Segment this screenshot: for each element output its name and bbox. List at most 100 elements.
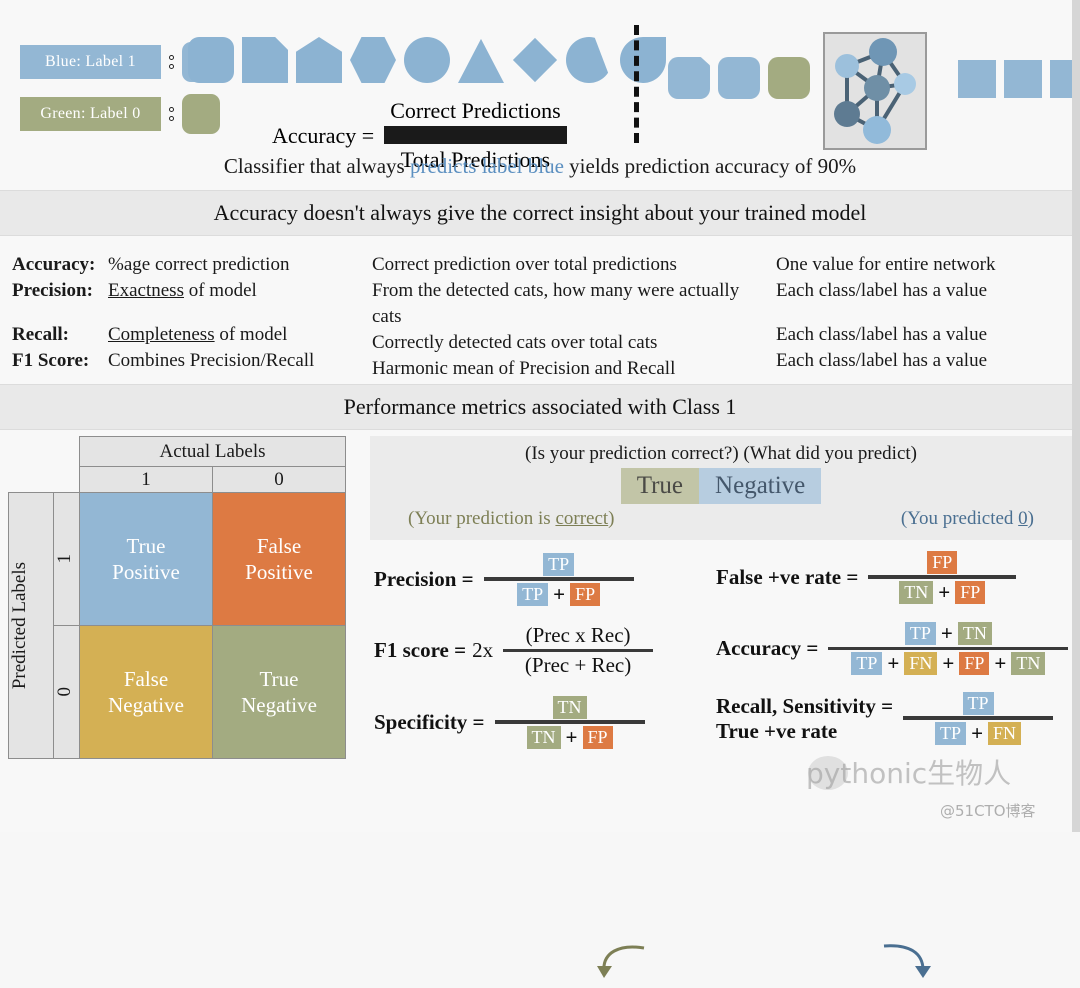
tag-fn: FN (988, 721, 1022, 745)
accuracy-formula-label: Accuracy = (272, 122, 375, 148)
shape-cut-corner-icon (242, 37, 288, 83)
description-accuracy: Correct prediction over total prediction… (372, 254, 677, 275)
table-row: 0 False Negative True Negative (9, 625, 346, 759)
f1-multiplier: 2x (472, 637, 494, 662)
cell-false-positive: False Positive (212, 492, 346, 626)
formula-column-left: Precision = TP TP + FP F1 score = 2x (Pr… (374, 552, 704, 751)
accuracy-fraction: TP + TN TP + FN + FP + TN (828, 620, 1069, 678)
confusion-matrix: Actual Labels 1 0 Predicted Labels 1 Tru… (8, 436, 346, 759)
tag-tp: TP (543, 553, 575, 576)
tag-fp: FP (955, 580, 986, 604)
shape-rounded-square-icon (188, 37, 234, 83)
plus-sign: + (971, 720, 984, 745)
recall-label-line1: Recall, Sensitivity = (716, 693, 894, 718)
tag-tp: TP (851, 652, 883, 675)
accuracy-numerator: TP + TN (901, 620, 996, 647)
formula-label: Accuracy = (716, 635, 819, 660)
output-box-2 (1004, 60, 1042, 98)
formula-f1: F1 score = 2x (Prec x Rec) (Prec + Rec) (374, 622, 704, 680)
output-box-1 (958, 60, 996, 98)
row-header-0-text: 0 (54, 687, 75, 697)
tag-fp: FP (927, 551, 958, 574)
shape-half-circle-icon (566, 37, 612, 83)
row-header-1: 1 (53, 492, 80, 626)
blank (54, 467, 80, 493)
formula-false-positive-rate: False +ve rate = FP TN + FP (716, 550, 1080, 606)
tag-fp: FP (570, 582, 601, 606)
plus-sign: + (938, 579, 951, 604)
cell-line1: True (259, 667, 299, 691)
infographic-page: Blue: Label 1 Green: Label 0 Accuracy = … (0, 0, 1080, 978)
tag-tp: TP (904, 621, 936, 645)
formula-specificity: Specificity = TN TN + FP (374, 695, 704, 751)
section-confusion-and-formulas: Actual Labels 1 0 Predicted Labels 1 Tru… (0, 430, 1080, 978)
definition-row-recall: Recall: Completeness of model (12, 322, 372, 348)
definition-key: Precision: (12, 280, 93, 301)
tag-tn: TN (899, 580, 934, 604)
description-f1: Harmonic mean of Precision and Recall (372, 358, 676, 379)
definitions-column-description: Correct prediction over total prediction… (372, 252, 772, 382)
precision-denominator: TP + FP (513, 581, 604, 608)
formula-label: Recall, Sensitivity = True +ve rate (716, 694, 893, 744)
shape-teardrop-icon (620, 37, 666, 83)
cell-line2: Positive (112, 560, 180, 584)
formula-label: Precision = (374, 567, 474, 592)
fraction-bar (384, 126, 567, 144)
blank (9, 467, 54, 493)
legend-label-green: Green: Label 0 (20, 97, 161, 131)
table-row: Actual Labels (9, 436, 346, 467)
description-precision: From the detected cats, how many were ac… (372, 280, 740, 327)
cell-true-negative: True Negative (212, 625, 346, 759)
shape-circle-icon (404, 37, 450, 83)
row-header-0: 0 (53, 625, 80, 759)
section-overview: Blue: Label 1 Green: Label 0 Accuracy = … (0, 0, 1080, 190)
specificity-fraction: TN TN + FP (494, 695, 645, 751)
table-row: Predicted Labels 1 True Positive False P… (8, 492, 346, 759)
definition-value: Exactness of model (108, 280, 257, 301)
question-left: (Is your prediction correct?) (525, 443, 739, 464)
tag-fn: FN (904, 652, 938, 675)
f1-fraction: (Prec x Rec) (Prec + Rec) (503, 622, 654, 680)
colon-icon (161, 55, 182, 69)
precision-fraction: TP TP + FP (483, 552, 634, 608)
shape-triangle-icon (458, 38, 504, 83)
f1-denominator: (Prec + Rec) (524, 653, 632, 677)
plus-sign: + (887, 651, 900, 675)
sample-blue-2 (718, 57, 760, 99)
scope-f1: Each class/label has a value (776, 350, 988, 371)
table-row: 1 0 (9, 466, 346, 493)
tag-fp: FP (582, 725, 613, 749)
row-header-1-text: 1 (54, 554, 75, 564)
caption-highlight: predicts label blue (409, 154, 564, 178)
formula-precision: Precision = TP TP + FP (374, 552, 704, 608)
col-header-1: 1 (79, 466, 213, 493)
sample-group-mixed (668, 57, 810, 99)
terminology-explainer: (Is your prediction correct?) (What did … (370, 436, 1072, 540)
scope-precision: Each class/label has a value (776, 280, 988, 301)
swatch-green (181, 94, 220, 134)
legend-label-blue: Blue: Label 1 (20, 45, 161, 79)
shape-hexagon-icon (350, 37, 396, 83)
accuracy-numerator: Correct Predictions (390, 98, 561, 123)
recall-numerator: TP (959, 691, 998, 716)
corner-blank (9, 437, 54, 467)
shape-row (188, 37, 666, 83)
plus-sign: + (565, 724, 578, 749)
colon-icon (161, 107, 182, 121)
explainer-questions: (Is your prediction correct?) (What did … (370, 436, 1072, 465)
vertical-dashed-divider (634, 25, 639, 143)
plus-sign: + (994, 651, 1007, 675)
scope-recall: Each class/label has a value (776, 324, 988, 345)
question-right: (What did you predict) (743, 443, 917, 464)
fpr-denominator: TN + FP (895, 579, 989, 606)
sample-green-1 (768, 57, 810, 99)
legend-row-green: Green: Label 0 (20, 94, 220, 134)
formula-column-right: False +ve rate = FP TN + FP Accuracy = T… (716, 550, 1080, 747)
definition-row-precision: Precision: Exactness of model (12, 278, 372, 304)
col-header-0: 0 (212, 466, 346, 493)
predicted-labels-text: Predicted Labels (9, 561, 30, 690)
overview-caption: Classifier that always predicts label bl… (0, 154, 1080, 179)
cell-line2: Positive (245, 560, 313, 584)
